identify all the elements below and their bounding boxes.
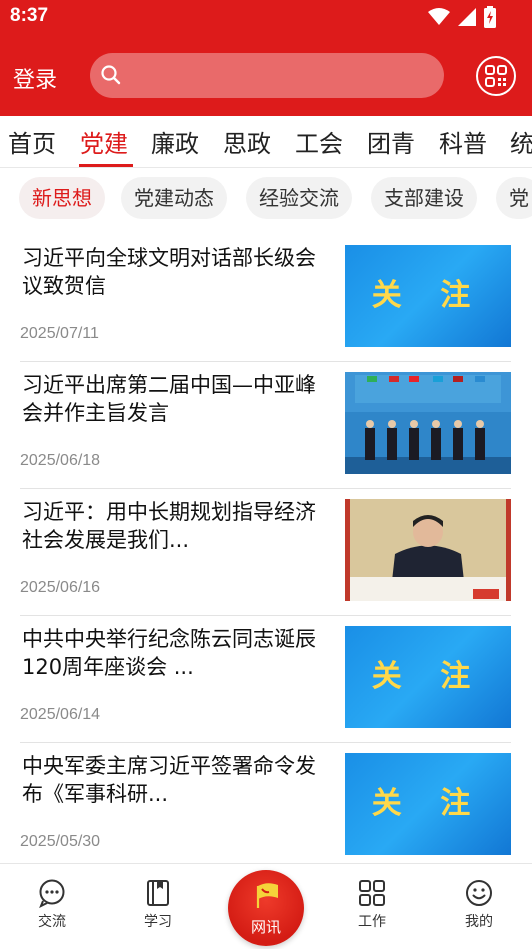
battery-icon xyxy=(484,6,496,28)
tab-home[interactable]: 首页 xyxy=(8,124,56,159)
tab-union[interactable]: 工会 xyxy=(295,124,343,159)
subtab-branch-building[interactable]: 支部建设 xyxy=(371,177,477,219)
nav-exchange[interactable]: 交流 xyxy=(17,878,87,931)
nav-label: 网讯 xyxy=(250,918,281,936)
book-icon xyxy=(147,880,169,906)
focus-banner-text: 关 注 xyxy=(371,659,485,694)
news-title: 中共中央举行纪念陈云同志诞辰120周年座谈会 ... xyxy=(22,627,316,679)
news-thumbnail xyxy=(345,499,511,601)
news-date: 2025/06/18 xyxy=(20,452,101,469)
tab-party-building[interactable]: 党建 xyxy=(80,124,128,159)
nav-label: 工作 xyxy=(358,914,386,930)
news-title: 习近平向全球文明对话部长级会议致贺信 xyxy=(22,246,316,298)
news-thumbnail: 关 注 xyxy=(345,245,511,347)
nav-label: 交流 xyxy=(38,914,66,930)
search-input[interactable] xyxy=(128,53,428,98)
news-date: 2025/05/30 xyxy=(20,833,101,850)
status-bar: 8:37 xyxy=(0,0,532,34)
news-item[interactable]: 中共中央举行纪念陈云同志诞辰120周年座谈会 ... 2025/06/14 关 … xyxy=(20,617,511,743)
nav-label: 学习 xyxy=(144,914,172,930)
news-item[interactable]: 习近平出席第二届中国—中亚峰会并作主旨发言 2025/06/18 xyxy=(20,363,511,489)
nav-study[interactable]: 学习 xyxy=(123,878,193,931)
focus-banner-text: 关 注 xyxy=(371,786,485,821)
app-header: 8:37 登录 xyxy=(0,0,532,116)
news-thumbnail: 关 注 xyxy=(345,626,511,728)
subtab-new-thought[interactable]: 新思想 xyxy=(19,177,105,219)
wifi-icon xyxy=(428,8,450,25)
news-date: 2025/06/14 xyxy=(20,706,101,723)
news-thumbnail: 关 注 xyxy=(345,753,511,855)
nav-work[interactable]: 工作 xyxy=(337,878,407,931)
news-title: 中央军委主席习近平签署命令发布《军事科研... xyxy=(22,754,316,806)
summit-photo xyxy=(345,372,511,474)
nav-news-button[interactable]: 网讯 xyxy=(228,870,304,946)
party-emblem-icon xyxy=(256,883,278,908)
news-item[interactable]: 习近平向全球文明对话部长级会议致贺信 2025/07/11 关 注 xyxy=(20,236,511,362)
news-title: 习近平：用中长期规划指导经济社会发展是我们... xyxy=(22,500,316,552)
chat-icon xyxy=(39,879,65,908)
grid-icon xyxy=(359,880,385,906)
tab-science[interactable]: 科普 xyxy=(439,124,487,159)
divider xyxy=(0,167,532,168)
nav-label: 我的 xyxy=(465,914,493,930)
status-time: 8:37 xyxy=(10,5,49,26)
tab-integrity[interactable]: 廉政 xyxy=(151,124,199,159)
subtab-experience[interactable]: 经验交流 xyxy=(246,177,352,219)
login-button[interactable]: 登录 xyxy=(13,62,57,94)
search-bar[interactable] xyxy=(90,53,444,98)
news-date: 2025/06/16 xyxy=(20,579,101,596)
sub-tabs: 新思想 党建动态 经验交流 支部建设 党 xyxy=(0,175,532,221)
tab-ideology[interactable]: 思政 xyxy=(223,124,271,159)
speech-photo xyxy=(345,499,511,601)
news-date: 2025/07/11 xyxy=(20,325,99,342)
tab-youth[interactable]: 团青 xyxy=(367,124,415,159)
news-thumbnail xyxy=(345,372,511,474)
search-icon xyxy=(101,65,121,85)
top-bar: 登录 xyxy=(0,40,532,110)
tab-united-front[interactable]: 统 xyxy=(510,124,532,159)
signal-icon xyxy=(458,8,476,26)
subtab-party-news[interactable]: 党建动态 xyxy=(121,177,227,219)
status-icons xyxy=(428,6,496,28)
channel-tabs: 首页 党建 廉政 思政 工会 团青 科普 统 xyxy=(0,116,532,168)
nav-mine[interactable]: 我的 xyxy=(444,878,514,931)
focus-banner-text: 关 注 xyxy=(371,278,485,313)
qr-code-icon xyxy=(485,65,507,87)
qr-code-button[interactable] xyxy=(476,56,516,96)
subtab-more[interactable]: 党 xyxy=(496,177,532,219)
news-title: 习近平出席第二届中国—中亚峰会并作主旨发言 xyxy=(22,373,316,425)
smiley-icon xyxy=(466,880,492,906)
news-item[interactable]: 习近平：用中长期规划指导经济社会发展是我们... 2025/06/16 xyxy=(20,490,511,616)
